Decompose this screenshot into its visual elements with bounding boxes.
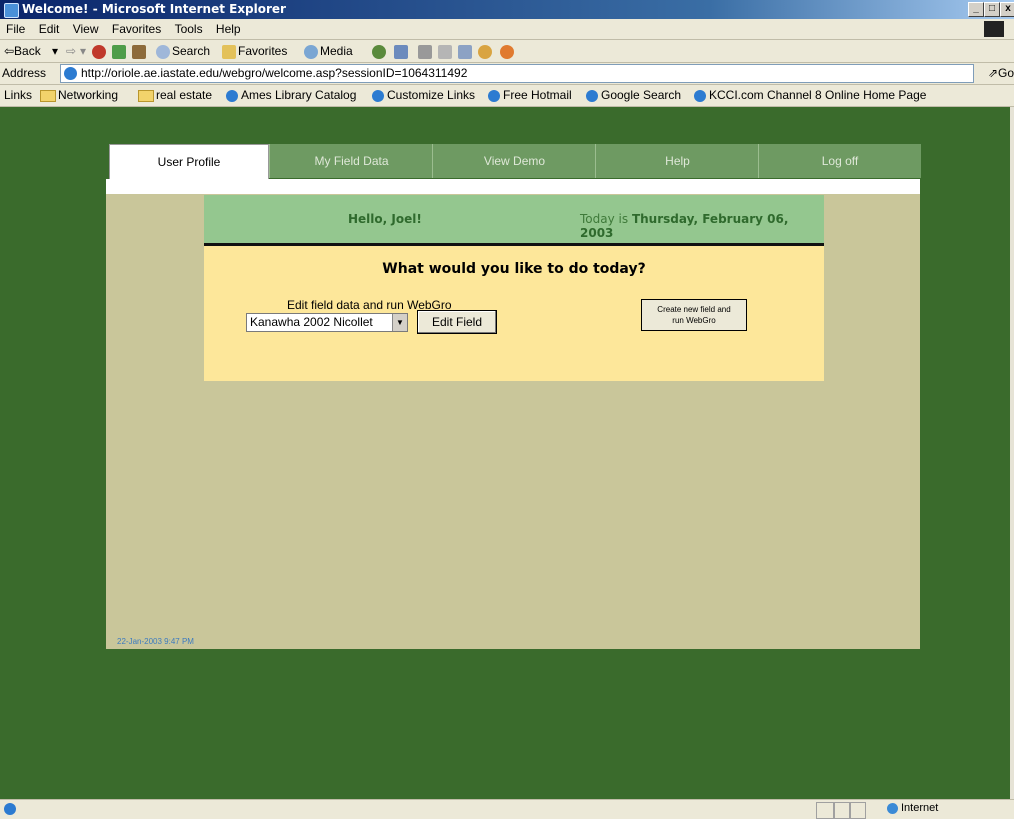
- history-icon[interactable]: [372, 40, 388, 62]
- globe-icon: [887, 802, 898, 814]
- favorites-label: Favorites: [238, 44, 288, 58]
- address-label: Address: [2, 66, 47, 80]
- ie-page-icon: [488, 89, 500, 102]
- question-heading: What would you like to do today?: [382, 261, 646, 277]
- link-real-estate[interactable]: real estate: [138, 85, 212, 106]
- field-select[interactable]: Kanawha 2002 Nicollet ▼: [246, 313, 408, 332]
- status-panel: [834, 802, 850, 819]
- menu-bar: File Edit View Favorites Tools Help: [0, 19, 1014, 40]
- nav-tabs: User Profile My Field Data View Demo Hel…: [109, 144, 921, 181]
- home-icon[interactable]: [132, 40, 148, 62]
- window-title: Welcome! - Microsoft Internet Explorer: [22, 2, 286, 16]
- discuss-icon[interactable]: [458, 40, 474, 62]
- status-panel: [850, 802, 866, 819]
- link-label: real estate: [156, 88, 213, 102]
- links-label: Links: [4, 88, 33, 102]
- tab-user-profile[interactable]: User Profile: [109, 144, 269, 181]
- link-ames-library-catalog[interactable]: Ames Library Catalog: [226, 85, 356, 106]
- back-button[interactable]: ⇦Back: [4, 40, 41, 62]
- menu-view[interactable]: View: [73, 22, 99, 36]
- mail-icon[interactable]: [394, 40, 410, 62]
- menu-help[interactable]: Help: [216, 22, 241, 36]
- search-icon: [156, 44, 170, 59]
- link-google-search[interactable]: Google Search: [586, 85, 681, 106]
- folder-icon: [138, 89, 154, 102]
- back-dropdown-icon[interactable]: ▾: [52, 40, 58, 62]
- status-bar: Internet: [0, 799, 1014, 819]
- today-text: Today is Thursday, February 06, 2003: [580, 212, 824, 240]
- forward-dropdown-icon[interactable]: ▾: [80, 40, 86, 62]
- messenger-icon[interactable]: [478, 40, 494, 62]
- address-url[interactable]: http://oriole.ae.iastate.edu/webgro/welc…: [81, 66, 467, 80]
- welcome-card: Hello, Joel! Today is Thursday, February…: [204, 195, 824, 381]
- favorites-button[interactable]: Favorites: [222, 40, 287, 62]
- link-free-hotmail[interactable]: Free Hotmail: [488, 85, 572, 106]
- edit-field-button[interactable]: Edit Field: [417, 310, 497, 334]
- create-field-line1: Create new field and: [657, 305, 731, 314]
- menu-file[interactable]: File: [6, 22, 25, 36]
- link-label: Ames Library Catalog: [241, 88, 357, 102]
- maximize-button[interactable]: □: [984, 2, 1000, 17]
- menu-favorites[interactable]: Favorites: [112, 22, 161, 36]
- forward-button[interactable]: ⇨: [66, 40, 76, 62]
- title-bar: Welcome! - Microsoft Internet Explorer _…: [0, 0, 1014, 19]
- ie-page-icon: [586, 89, 598, 102]
- windows-logo-icon: [984, 21, 1004, 37]
- browser-window: Welcome! - Microsoft Internet Explorer _…: [0, 0, 1014, 819]
- media-icon: [304, 44, 318, 59]
- ie-page-icon: [226, 89, 238, 102]
- edit-icon[interactable]: [438, 40, 454, 62]
- go-button[interactable]: ⇗Go: [988, 66, 1014, 80]
- folder-icon: [40, 89, 56, 102]
- links-bar: Links Networking real estate Ames Librar…: [0, 85, 1014, 107]
- status-panel: [816, 802, 834, 819]
- create-field-line2: run WebGro: [672, 316, 716, 325]
- greeting-header: Hello, Joel! Today is Thursday, February…: [204, 195, 824, 246]
- link-label: Google Search: [601, 88, 682, 102]
- print-icon[interactable]: [418, 40, 434, 62]
- search-label: Search: [172, 44, 211, 58]
- page-status-icon: [4, 803, 16, 815]
- search-button[interactable]: Search: [156, 40, 210, 62]
- hello-text: Hello, Joel!: [348, 212, 422, 226]
- link-customize-links[interactable]: Customize Links: [372, 85, 475, 106]
- tab-my-field-data[interactable]: My Field Data: [269, 144, 433, 178]
- minimize-button[interactable]: _: [968, 2, 984, 17]
- content-panel: Hello, Joel! Today is Thursday, February…: [106, 179, 920, 649]
- link-networking[interactable]: Networking: [40, 85, 118, 106]
- close-button[interactable]: x: [1000, 2, 1014, 17]
- link-label: Networking: [58, 88, 119, 102]
- link-label: Customize Links: [387, 88, 476, 102]
- tab-help[interactable]: Help: [595, 144, 759, 178]
- chevron-down-icon[interactable]: ▼: [392, 314, 407, 331]
- link-kcci[interactable]: KCCI.com Channel 8 Online Home Page: [694, 85, 926, 106]
- ie-page-icon: [372, 89, 384, 102]
- toolbar: ⇦Back ▾ ⇨ ▾ Search Favorites Media: [0, 40, 1014, 63]
- link-label: Free Hotmail: [503, 88, 572, 102]
- menu-edit[interactable]: Edit: [39, 22, 60, 36]
- ie-page-icon: [694, 89, 706, 102]
- favorites-icon: [222, 44, 236, 59]
- create-field-button[interactable]: Create new field and run WebGro: [641, 299, 747, 331]
- address-bar: Address http://oriole.ae.iastate.edu/web…: [0, 63, 1014, 85]
- today-prefix: Today is: [580, 212, 629, 226]
- link-label: KCCI.com Channel 8 Online Home Page: [709, 88, 927, 102]
- tab-log-off[interactable]: Log off: [758, 144, 921, 178]
- scrollbar[interactable]: [1010, 107, 1014, 799]
- media-button[interactable]: Media: [304, 40, 353, 62]
- security-zone: Internet: [887, 802, 938, 814]
- field-select-value: Kanawha 2002 Nicollet: [250, 315, 373, 329]
- timestamp: 22-Jan-2003 9:47 PM: [117, 637, 194, 646]
- addon-icon[interactable]: [500, 40, 516, 62]
- zone-label: Internet: [901, 802, 939, 814]
- tab-underline: [106, 179, 920, 194]
- tab-view-demo[interactable]: View Demo: [432, 144, 596, 178]
- ie-icon: [4, 3, 19, 18]
- refresh-icon[interactable]: [112, 40, 128, 62]
- page-icon: [64, 67, 77, 80]
- address-input[interactable]: http://oriole.ae.iastate.edu/webgro/welc…: [60, 64, 974, 83]
- media-label: Media: [320, 44, 353, 58]
- menu-tools[interactable]: Tools: [175, 22, 203, 36]
- stop-icon[interactable]: [92, 40, 108, 62]
